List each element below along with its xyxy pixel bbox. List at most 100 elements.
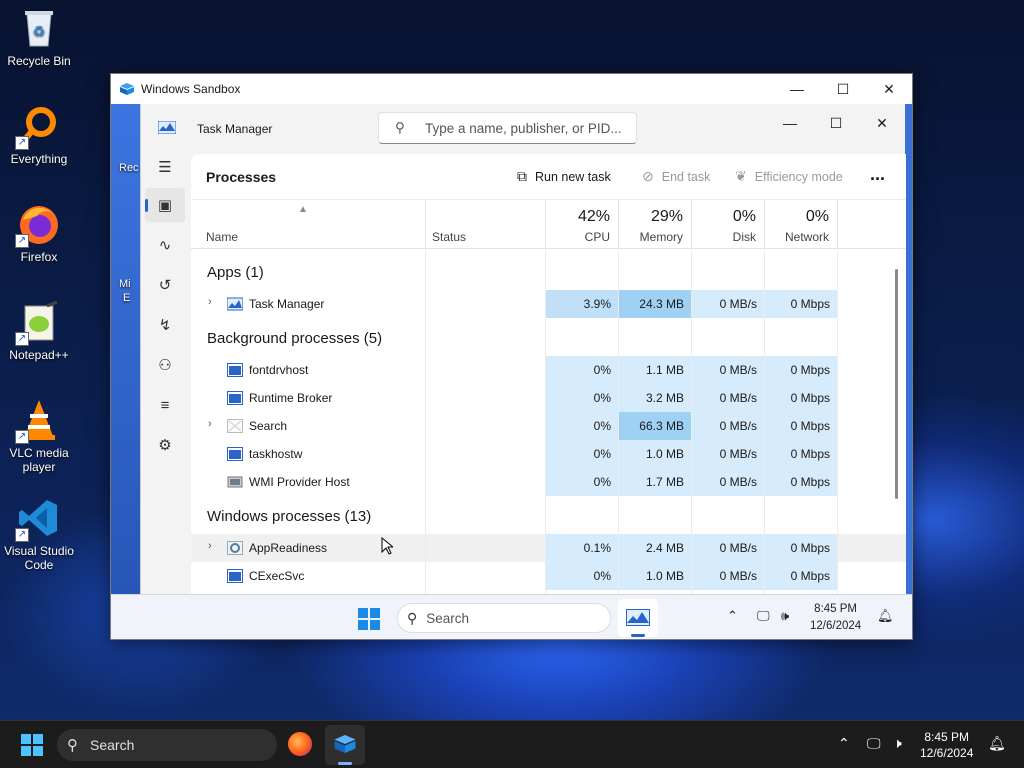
table-row[interactable]: fontdrvhost 0% 1.1 MB 0 MB/s 0 Mbps <box>191 356 906 384</box>
nav-performance-icon[interactable]: ∿ <box>145 228 185 262</box>
end-task-icon: ⊘ <box>642 168 654 184</box>
chevron-up-icon[interactable]: ⌃ <box>727 608 738 624</box>
run-new-task-button[interactable]: ⧉ Run new task <box>517 168 611 185</box>
process-name: Runtime Broker <box>249 391 333 405</box>
taskbar: ⚲ Search ⌃ 🖵 🕨 8:45 PM 12/6/2024 🔔︎ <box>0 720 1024 768</box>
column-name[interactable]: ▲ Name <box>191 200 425 249</box>
recycle-bin-icon: ♻ <box>17 6 61 50</box>
sandbox-icon <box>120 83 134 95</box>
sandbox-clock[interactable]: 8:45 PM 12/6/2024 <box>810 601 861 635</box>
group-header-windows: Windows processes (13) <box>191 502 906 530</box>
sandbox-clock-date: 12/6/2024 <box>810 620 862 632</box>
disk-cell: 0 MB/s <box>691 440 764 468</box>
desktop-icon-everything[interactable]: ↗ Everything <box>0 104 78 166</box>
volume-muted-icon[interactable]: 🕨 <box>893 735 902 752</box>
tm-titlebar[interactable]: Task Manager ⚲ Type a name, publisher, o… <box>141 104 905 150</box>
column-header-row: ▲ Name Status 42% CPU 29% Memory 0% Disk… <box>191 200 906 249</box>
nav-services-icon[interactable]: ⚙ <box>145 428 185 462</box>
windows-start-icon[interactable] <box>358 608 380 630</box>
tm-close-button[interactable]: ✕ <box>859 109 905 137</box>
mouse-cursor-icon <box>381 537 393 555</box>
chevron-right-icon[interactable]: › <box>208 418 212 430</box>
column-divider <box>618 250 619 594</box>
network-cell: 0 Mbps <box>764 290 837 318</box>
shortcut-arrow-icon: ↗ <box>15 528 29 542</box>
vertical-scrollbar[interactable] <box>895 269 898 499</box>
nav-processes-icon[interactable]: ▣ <box>145 188 185 222</box>
table-row[interactable]: › AppReadiness 0.1% 2.4 MB 0 MB/s 0 Mbps <box>191 534 906 562</box>
desktop-icon-recycle-bin[interactable]: ♻ Recycle Bin <box>0 6 78 68</box>
column-disk[interactable]: 0% Disk <box>691 200 764 249</box>
process-name: taskhostw <box>249 447 303 461</box>
tm-maximize-button[interactable]: ☐ <box>813 109 859 137</box>
cpu-cell: 0% <box>545 562 618 590</box>
memory-total: 29% <box>650 208 683 225</box>
nav-details-icon[interactable]: ≡ <box>145 388 185 422</box>
sandbox-close-button[interactable]: ✕ <box>866 74 912 104</box>
table-row[interactable]: WMI Provider Host 0% 1.7 MB 0 MB/s 0 Mbp… <box>191 468 906 496</box>
volume-icon[interactable]: 🕪 <box>781 608 789 624</box>
column-cpu[interactable]: 42% CPU <box>545 200 618 249</box>
tm-title: Task Manager <box>197 122 273 136</box>
column-network[interactable]: 0% Network <box>764 200 837 249</box>
chevron-up-icon[interactable]: ⌃ <box>838 735 850 752</box>
sandbox-taskbar: ⚲ Search ⌃ 🖵 🕪 8:45 PM 12/6/2024 🔔︎ <box>111 594 912 639</box>
table-row[interactable]: › Search 0% 66.3 MB 0 MB/s 0 Mbps <box>191 412 906 440</box>
sandbox-taskbar-search[interactable]: ⚲ Search <box>397 603 611 633</box>
column-memory[interactable]: 29% Memory <box>618 200 691 249</box>
network-icon[interactable]: 🖵 <box>867 735 881 752</box>
hamburger-menu-icon[interactable]: ☰ <box>145 150 185 184</box>
network-total: 0% <box>805 208 829 225</box>
memory-cell: 66.3 MB <box>618 412 691 440</box>
nav-users-icon[interactable]: ⚇ <box>145 348 185 382</box>
process-name: Task Manager <box>249 297 325 311</box>
desktop-icon-firefox[interactable]: ↗ Firefox <box>0 202 78 264</box>
sandbox-titlebar[interactable]: Windows Sandbox — ☐ ✕ <box>111 74 912 104</box>
desktop-icon-vscode[interactable]: ↗ Visual Studio Code <box>0 496 78 572</box>
task-manager-icon <box>158 121 176 134</box>
notification-bell-icon[interactable]: 🔔︎ <box>877 608 894 624</box>
task-manager-icon <box>227 297 243 311</box>
sandbox-desktop: Rec Mi E Task Manager ⚲ Type a name, pub… <box>111 104 912 639</box>
chevron-right-icon[interactable]: › <box>208 540 212 552</box>
tm-minimize-button[interactable]: — <box>767 109 813 137</box>
efficiency-mode-button[interactable]: ❦ Efficiency mode <box>735 168 843 185</box>
process-name: CExecSvc <box>249 569 305 583</box>
shortcut-arrow-icon: ↗ <box>15 332 29 346</box>
firefox-icon[interactable] <box>288 732 312 756</box>
nav-startup-apps-icon[interactable]: ↯ <box>145 308 185 342</box>
sandbox-maximize-button[interactable]: ☐ <box>820 74 866 104</box>
column-status[interactable]: Status <box>425 200 545 249</box>
desktop-icon-notepadpp[interactable]: ↗ Notepad++ <box>0 300 78 362</box>
windows-start-icon[interactable] <box>21 734 43 756</box>
notification-bell-icon[interactable]: 🔔︎ <box>988 735 1006 752</box>
task-manager-icon <box>626 609 650 626</box>
disk-cell: 0 MB/s <box>691 384 764 412</box>
tm-search-box[interactable]: ⚲ Type a name, publisher, or PID... <box>378 112 637 144</box>
nav-app-history-icon[interactable]: ↺ <box>145 268 185 302</box>
chevron-right-icon[interactable]: › <box>208 296 212 308</box>
taskbar-sandbox-button[interactable] <box>325 725 365 765</box>
taskbar-clock[interactable]: 8:45 PM 12/6/2024 <box>920 729 973 761</box>
taskbar-task-manager-button[interactable] <box>618 599 658 637</box>
disk-cell: 0 MB/s <box>691 562 764 590</box>
vlc-icon: ↗ <box>15 398 61 444</box>
table-row[interactable]: › Task Manager 3.9% 24.3 MB 0 MB/s 0 Mbp… <box>191 290 906 318</box>
shortcut-arrow-icon: ↗ <box>15 136 29 150</box>
desktop-icon-vlc[interactable]: ↗ VLC media player <box>0 398 78 474</box>
disk-cell: 0 MB/s <box>691 468 764 496</box>
network-icon[interactable]: 🖵 <box>757 608 770 624</box>
gear-icon <box>227 541 243 555</box>
end-task-button[interactable]: ⊘ End task <box>642 168 710 185</box>
cpu-cell: 0% <box>545 356 618 384</box>
table-row[interactable]: Runtime Broker 0% 3.2 MB 0 MB/s 0 Mbps <box>191 384 906 412</box>
disk-cell: 0 MB/s <box>691 534 764 562</box>
taskbar-search[interactable]: ⚲ Search <box>57 729 277 761</box>
sandbox-minimize-button[interactable]: — <box>774 74 820 104</box>
table-row[interactable]: taskhostw 0% 1.0 MB 0 MB/s 0 Mbps <box>191 440 906 468</box>
svg-text:♻: ♻ <box>33 23 46 39</box>
more-options-button[interactable]: ... <box>870 164 885 185</box>
column-divider <box>425 250 426 594</box>
desktop-icon-label: VLC media player <box>9 446 69 474</box>
table-row[interactable]: CExecSvc 0% 1.0 MB 0 MB/s 0 Mbps <box>191 562 906 590</box>
